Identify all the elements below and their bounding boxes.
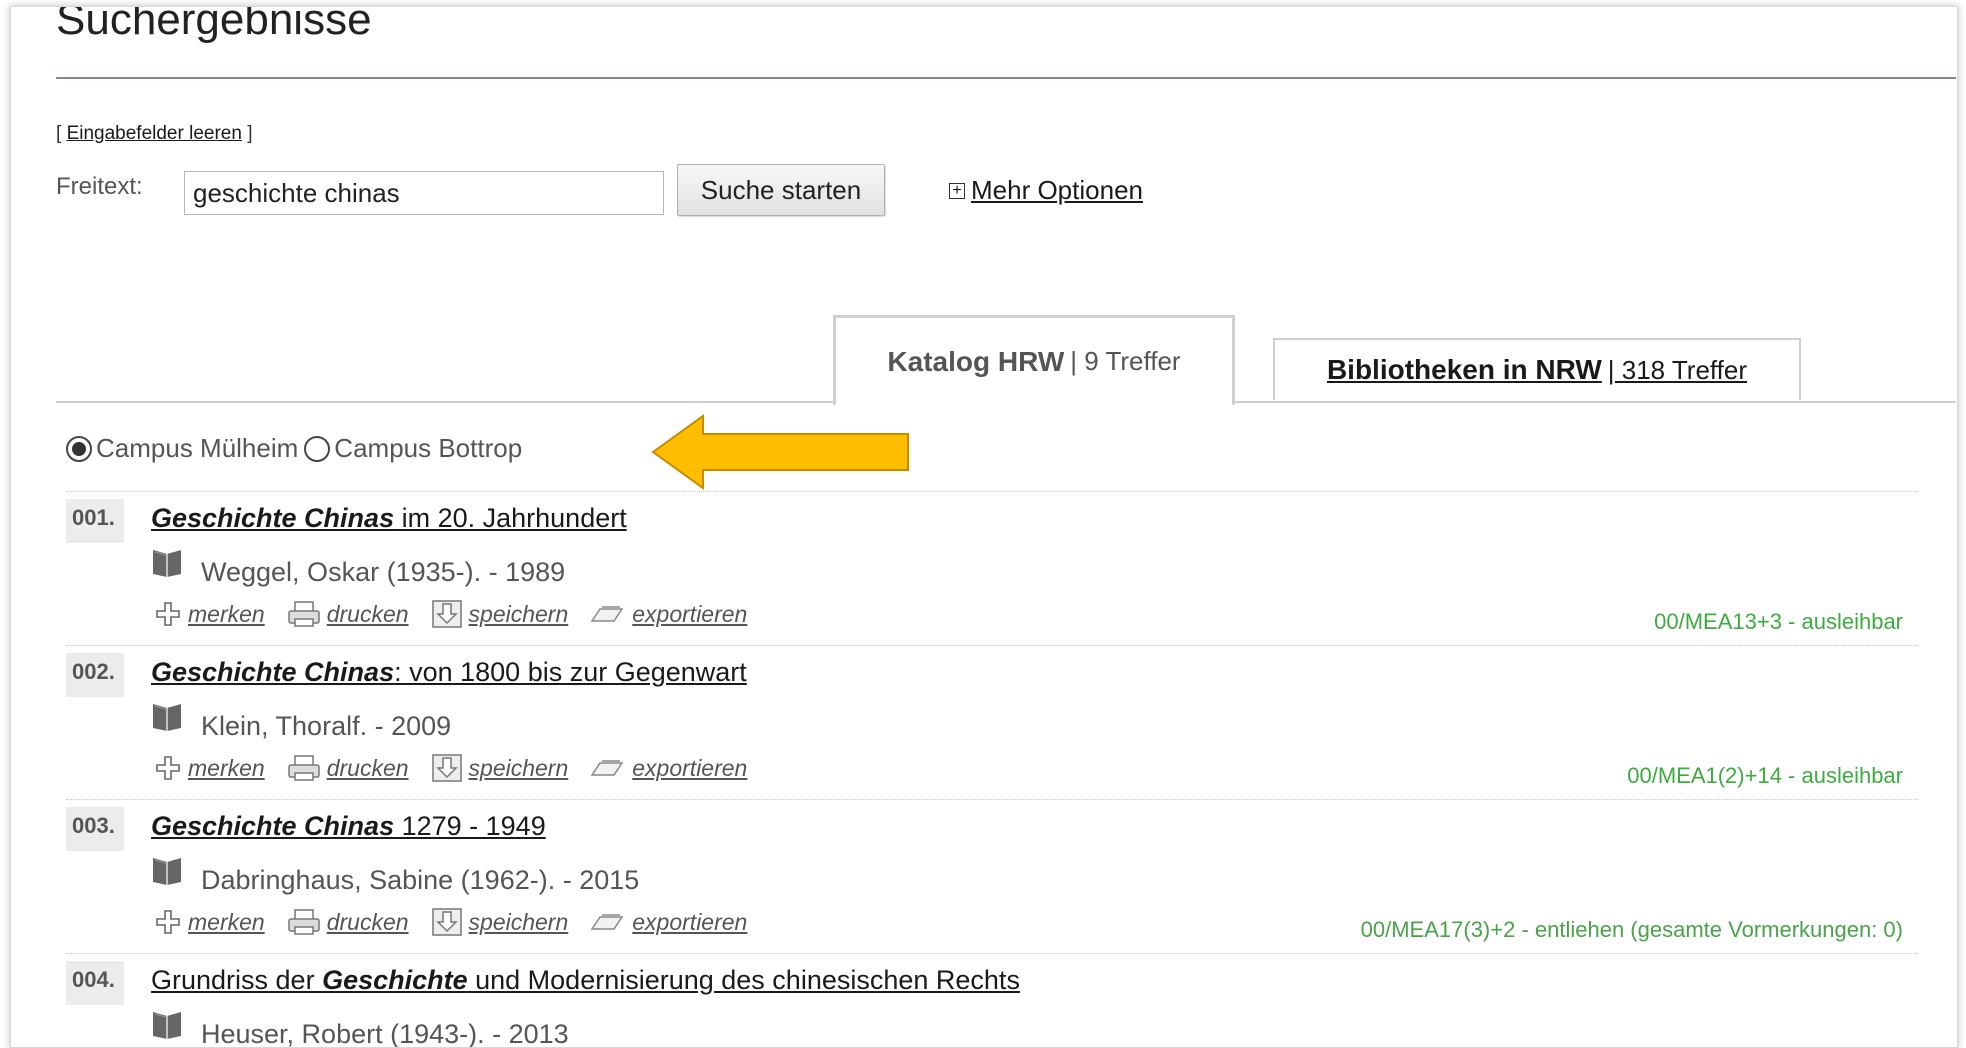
plus-icon xyxy=(154,909,182,935)
annotation-arrow-icon xyxy=(651,414,909,490)
result-title-match: Geschichte Chinas xyxy=(151,657,395,687)
tab-katalog-hrw[interactable]: Katalog HRW | 9 Treffer xyxy=(833,315,1235,405)
result-title-prefix: Grundriss der xyxy=(151,965,323,995)
action-label: drucken xyxy=(326,754,409,781)
result-title-match: Geschichte Chinas xyxy=(151,503,395,533)
result-title-rest: im 20. Jahrhundert xyxy=(394,503,627,533)
title-divider xyxy=(56,77,1956,79)
result-title-rest: 1279 - 1949 xyxy=(394,811,546,841)
campus-muelheim-radio[interactable] xyxy=(66,435,92,462)
action-label: merken xyxy=(188,908,265,935)
result-title-match: Geschichte Chinas xyxy=(151,811,395,841)
result-number: 002. xyxy=(66,653,124,697)
tab-count: | 318 Treffer xyxy=(1607,354,1748,385)
result-author: Klein, Thoralf. - 2009 xyxy=(201,711,452,741)
result-separator xyxy=(66,645,1918,646)
export-icon xyxy=(590,911,626,933)
book-icon xyxy=(151,855,183,885)
action-label: speichern xyxy=(468,754,569,781)
merken-action[interactable]: merken xyxy=(154,909,265,936)
result-separator xyxy=(66,953,1918,954)
exportieren-action[interactable]: exportieren xyxy=(590,909,747,936)
result-separator xyxy=(66,491,1918,492)
printer-icon xyxy=(287,754,321,782)
availability-status: 00/MEA13+3 - ausleihbar xyxy=(1654,609,1903,634)
action-label: merken xyxy=(188,754,265,781)
result-author: Dabringhaus, Sabine (1962-). - 2015 xyxy=(201,865,640,895)
export-icon xyxy=(590,603,626,625)
clear-fields: [ Eingabefelder leeren ] xyxy=(56,123,252,145)
speichern-action[interactable]: speichern xyxy=(431,753,569,783)
availability-status: 00/MEA17(3)+2 - entliehen (gesamte Vorme… xyxy=(1360,917,1903,942)
action-label: drucken xyxy=(326,600,409,627)
more-options-label: Mehr Optionen xyxy=(971,175,1143,205)
book-icon xyxy=(151,701,183,731)
result-title-link[interactable]: Grundriss der Geschichte und Modernisier… xyxy=(151,965,1020,996)
action-label: drucken xyxy=(326,908,409,935)
save-icon xyxy=(431,599,463,629)
expand-plus-icon: + xyxy=(949,182,965,199)
tab-count: | 9 Treffer xyxy=(1070,346,1181,376)
action-label: speichern xyxy=(468,600,569,627)
freitext-label: Freitext: xyxy=(56,173,143,200)
save-icon xyxy=(431,907,463,937)
campus-label: Campus Mülheim xyxy=(96,433,299,463)
campus-selector: Campus Mülheim Campus Bottrop xyxy=(66,433,528,464)
search-input[interactable] xyxy=(184,171,664,215)
drucken-action[interactable]: drucken xyxy=(287,754,409,782)
merken-action[interactable]: merken xyxy=(154,601,265,628)
merken-action[interactable]: merken xyxy=(154,755,265,782)
printer-icon xyxy=(287,908,321,936)
result-actions: merken drucken speichern exportieren xyxy=(154,907,747,937)
action-label: merken xyxy=(188,600,265,627)
campus-label: Campus Bottrop xyxy=(334,433,523,463)
result-number: 001. xyxy=(66,499,124,543)
page-title: Suchergebnisse xyxy=(56,6,372,44)
result-title-link[interactable]: Geschichte Chinas im 20. Jahrhundert xyxy=(151,503,627,534)
result-separator xyxy=(66,799,1918,800)
more-options-link[interactable]: + Mehr Optionen xyxy=(949,175,1143,206)
result-title-rest: : von 1800 bis zur Gegenwart xyxy=(394,657,747,687)
page-frame: Suchergebnisse [ Eingabefelder leeren ] … xyxy=(10,6,1958,1048)
speichern-action[interactable]: speichern xyxy=(431,599,569,629)
drucken-action[interactable]: drucken xyxy=(287,908,409,936)
result-actions: merken drucken speichern exportieren xyxy=(154,753,747,783)
export-icon xyxy=(590,757,626,779)
result-actions: merken drucken speichern exportieren xyxy=(154,599,747,629)
result-number: 003. xyxy=(66,807,124,851)
book-icon xyxy=(151,547,183,577)
tab-bibliotheken-nrw[interactable]: Bibliotheken in NRW | 318 Treffer xyxy=(1273,338,1801,400)
clear-fields-link[interactable]: Eingabefelder leeren xyxy=(67,123,242,144)
result-title-link[interactable]: Geschichte Chinas: von 1800 bis zur Gege… xyxy=(151,657,747,688)
printer-icon xyxy=(287,600,321,628)
result-title-match: Geschichte xyxy=(322,965,468,995)
clear-bracket-close: ] xyxy=(247,123,253,144)
result-author: Weggel, Oskar (1935-). - 1989 xyxy=(201,557,566,587)
plus-icon xyxy=(154,601,182,627)
plus-icon xyxy=(154,755,182,781)
search-submit-button[interactable]: Suche starten xyxy=(677,164,885,216)
exportieren-action[interactable]: exportieren xyxy=(590,601,747,628)
action-label: speichern xyxy=(468,908,569,935)
tab-name: Bibliotheken in NRW xyxy=(1326,354,1602,385)
campus-bottrop-radio[interactable] xyxy=(304,435,331,462)
action-label: exportieren xyxy=(632,754,748,781)
result-title-link[interactable]: Geschichte Chinas 1279 - 1949 xyxy=(151,811,546,842)
save-icon xyxy=(431,753,463,783)
action-label: exportieren xyxy=(632,908,748,935)
availability-status: 00/MEA1(2)+14 - ausleihbar xyxy=(1627,763,1903,788)
action-label: exportieren xyxy=(632,600,748,627)
result-title-rest: und Modernisierung des chinesischen Rech… xyxy=(467,965,1020,995)
drucken-action[interactable]: drucken xyxy=(287,600,409,628)
exportieren-action[interactable]: exportieren xyxy=(590,755,747,782)
speichern-action[interactable]: speichern xyxy=(431,907,569,937)
result-author: Heuser, Robert (1943-). - 2013 xyxy=(201,1019,569,1048)
result-number: 004. xyxy=(66,961,124,1005)
tab-name: Katalog HRW xyxy=(887,345,1065,377)
clear-bracket-open: [ xyxy=(56,123,62,144)
